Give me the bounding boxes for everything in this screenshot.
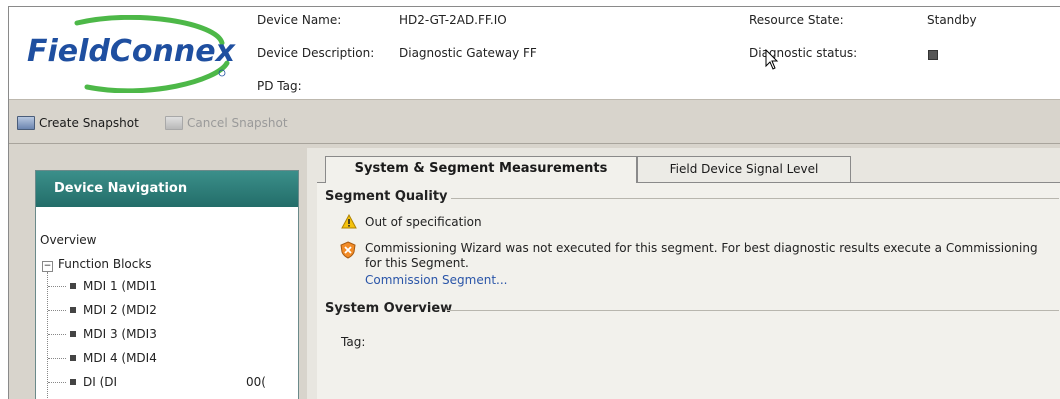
- block-icon: [70, 282, 76, 289]
- right-panel: System & Segment Measurements Field Devi…: [307, 148, 1060, 399]
- camera-icon: [17, 116, 35, 130]
- create-snapshot-label: Create Snapshot: [39, 116, 139, 130]
- maintenance-shield-icon: [340, 241, 356, 259]
- collapse-icon[interactable]: −: [42, 261, 53, 272]
- fieldconnex-logo: FieldConnex: [27, 15, 237, 93]
- nav-item-label: MDI 3 (MDI3: [83, 327, 157, 341]
- block-icon: [70, 378, 76, 385]
- resource-state-label: Resource State:: [749, 13, 844, 27]
- device-name-value: HD2-GT-2AD.FF.IO: [399, 13, 507, 27]
- tree-connector: [48, 382, 66, 383]
- nav-item-label: MDI 4 (MDI4: [83, 351, 157, 365]
- tag-label: Tag:: [341, 335, 366, 349]
- nav-item-mdi2[interactable]: MDI 2 (MDI2: [70, 303, 157, 317]
- device-description-label: Device Description:: [257, 46, 375, 60]
- nav-item-di[interactable]: DI (DI: [70, 375, 117, 389]
- nav-item-mdi1[interactable]: MDI 1 (MDI1: [70, 279, 157, 293]
- block-icon: [70, 330, 76, 337]
- camera-icon: [165, 116, 183, 130]
- tree-connector: [48, 310, 66, 311]
- nav-overview[interactable]: Overview: [40, 233, 97, 247]
- tree-connector: [48, 358, 66, 359]
- tree-connector: [47, 272, 48, 399]
- app-window: FieldConnex Device Name: HD2-GT-2AD.FF.I…: [8, 6, 1060, 399]
- device-description-value: Diagnostic Gateway FF: [399, 46, 537, 60]
- tab-content: Segment Quality Out of specification Com…: [317, 182, 1060, 399]
- divider: [451, 198, 1059, 199]
- content-area: Device Navigation Overview − Function Bl…: [9, 143, 1060, 399]
- warning-icon: [341, 214, 357, 229]
- tree-connector: [48, 334, 66, 335]
- cancel-snapshot-button[interactable]: Cancel Snapshot: [165, 114, 288, 132]
- nav-item-label: MDI 2 (MDI2: [83, 303, 157, 317]
- system-overview-title: System Overview: [325, 301, 453, 316]
- device-navigation-panel: Device Navigation Overview − Function Bl…: [35, 170, 299, 399]
- create-snapshot-button[interactable]: Create Snapshot: [17, 114, 139, 132]
- block-icon: [70, 306, 76, 313]
- nav-item-mdi3[interactable]: MDI 3 (MDI3: [70, 327, 157, 341]
- tab-field-device-signal-level[interactable]: Field Device Signal Level: [637, 156, 851, 182]
- device-navigation-title: Device Navigation: [36, 171, 298, 207]
- mouse-cursor-icon: [765, 49, 779, 70]
- diagnostic-status-indicator: [928, 50, 938, 60]
- nav-function-blocks[interactable]: Function Blocks: [58, 257, 152, 271]
- segment-quality-title: Segment Quality: [325, 189, 448, 204]
- nav-item-label: MDI 1 (MDI1: [83, 279, 157, 293]
- svg-text:FieldConnex: FieldConnex: [27, 34, 237, 69]
- resource-state-value: Standby: [927, 13, 977, 27]
- tree-connector: [48, 286, 66, 287]
- out-of-spec-text: Out of specification: [365, 215, 482, 229]
- cancel-snapshot-label: Cancel Snapshot: [187, 116, 288, 130]
- pd-tag-label: PD Tag:: [257, 79, 302, 93]
- nav-item-di-suffix: 00(: [246, 375, 266, 389]
- device-name-label: Device Name:: [257, 13, 342, 27]
- toolbar: Create Snapshot Cancel Snapshot: [9, 99, 1060, 144]
- commission-segment-link[interactable]: Commission Segment...: [365, 273, 507, 287]
- tab-system-segment-measurements[interactable]: System & Segment Measurements: [325, 156, 637, 183]
- left-panel: Device Navigation Overview − Function Bl…: [15, 148, 299, 399]
- commissioning-wizard-message: Commissioning Wizard was not executed fo…: [365, 241, 1038, 270]
- nav-item-label: DI (DI: [83, 375, 118, 389]
- device-header: FieldConnex Device Name: HD2-GT-2AD.FF.I…: [9, 7, 1060, 99]
- nav-item-mdi4[interactable]: MDI 4 (MDI4: [70, 351, 157, 365]
- block-icon: [70, 354, 76, 361]
- divider: [447, 310, 1059, 311]
